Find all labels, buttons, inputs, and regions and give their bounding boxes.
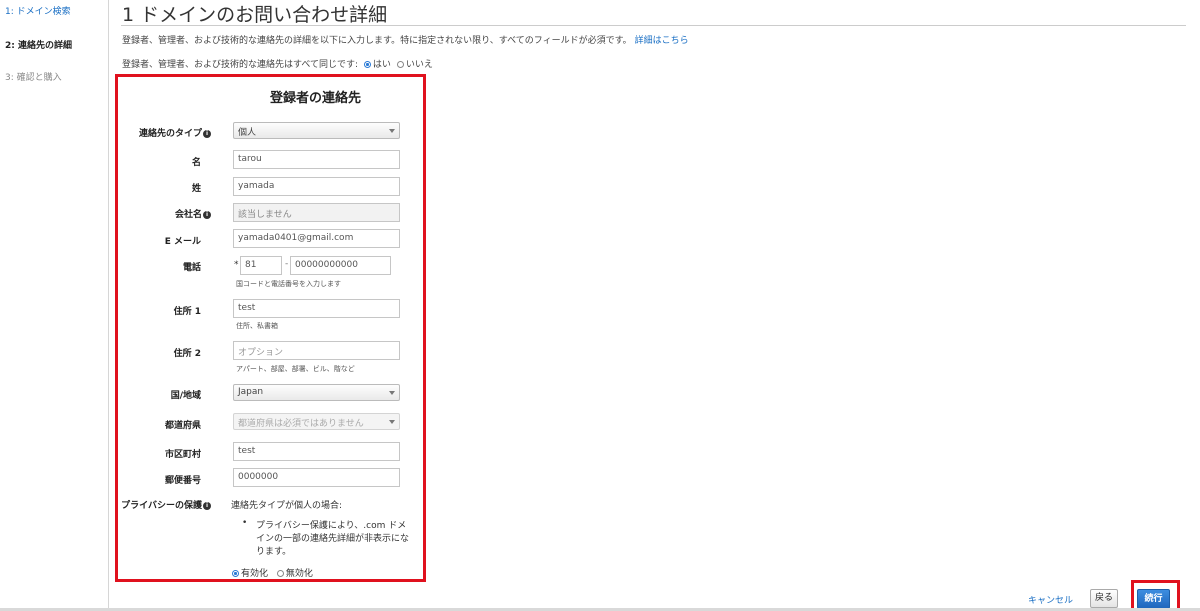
- step-review-purchase: 3: 確認と購入: [5, 73, 62, 83]
- info-icon[interactable]: i: [203, 501, 211, 510]
- company-label: 会社名 i: [111, 207, 211, 220]
- privacy-enable-label[interactable]: 有効化: [241, 569, 268, 579]
- same-no-label[interactable]: いいえ: [406, 60, 433, 70]
- contact-type-label: 連絡先のタイプ i: [111, 126, 211, 139]
- cancel-link[interactable]: キャンセル: [1028, 593, 1073, 606]
- same-contacts-question: 登録者、管理者、および技術的な連絡先はすべて同じです:: [122, 60, 359, 70]
- privacy-label: プライバシーの保護 i: [111, 498, 211, 511]
- intro-text: 登録者、管理者、および技術的な連絡先の詳細を以下に入力します。特に指定されない限…: [122, 33, 689, 46]
- phone-country-code-input[interactable]: 81: [240, 256, 282, 275]
- privacy-disable-radio[interactable]: [276, 570, 284, 577]
- step-contact-details: 2: 連絡先の詳細: [5, 41, 72, 51]
- phone-label: 電話: [182, 263, 201, 273]
- next-button[interactable]: 続行: [1137, 589, 1170, 609]
- email-input[interactable]: yamada0401@gmail.com: [233, 229, 400, 248]
- city-label: 市区町村: [164, 450, 201, 460]
- address2-label: 住所 2: [173, 349, 201, 359]
- privacy-bullet-line-1: プライバシー保護により、.com ドメ: [256, 521, 407, 531]
- step-domain-search-link[interactable]: 1: ドメイン検索: [5, 4, 71, 17]
- same-no-radio[interactable]: [396, 61, 404, 68]
- wizard-sidebar: 1: ドメイン検索 2: 連絡先の詳細 3: 確認と購入: [0, 0, 109, 611]
- panel-title: 登録者の連絡先: [270, 91, 362, 106]
- address2-input[interactable]: オプション: [233, 341, 400, 360]
- chevron-down-icon: [389, 420, 395, 424]
- phone-number-input[interactable]: 00000000000: [290, 256, 391, 275]
- same-contacts-row: 登録者、管理者、および技術的な連絡先はすべて同じです: はい いいえ: [122, 57, 433, 70]
- email-label: E メール: [164, 237, 201, 247]
- first-name-label: 名: [191, 158, 201, 168]
- chevron-down-icon: [389, 129, 395, 133]
- postal-code-input[interactable]: 0000000: [233, 468, 400, 487]
- country-select[interactable]: Japan: [233, 384, 400, 401]
- intro-body: 登録者、管理者、および技術的な連絡先の詳細を以下に入力します。特に指定されない限…: [122, 36, 632, 46]
- privacy-enable-radio[interactable]: [232, 570, 239, 577]
- first-name-input[interactable]: tarou: [233, 150, 400, 169]
- phone-hint: 国コードと電話番号を入力します: [236, 280, 341, 288]
- state-label: 都道府県: [164, 421, 201, 431]
- info-icon[interactable]: i: [203, 129, 211, 138]
- last-name-input[interactable]: yamada: [233, 177, 400, 196]
- info-icon[interactable]: i: [203, 210, 211, 219]
- back-button[interactable]: 戻る: [1090, 589, 1118, 608]
- address1-input[interactable]: test: [233, 299, 400, 318]
- privacy-bullet-dot: •: [242, 518, 248, 528]
- privacy-bullet-line-3: ります。: [256, 547, 292, 557]
- privacy-note: 連絡先タイプが個人の場合:: [231, 501, 343, 511]
- privacy-bullet-line-2: インの一部の連絡先詳細が非表示にな: [256, 534, 410, 544]
- address2-hint: アパート、部屋、部署、ビル、階など: [236, 365, 355, 373]
- phone-separator: -: [285, 259, 289, 269]
- last-name-label: 姓: [191, 184, 201, 194]
- postal-code-label: 郵便番号: [164, 476, 201, 486]
- state-select[interactable]: 都道府県は必須ではありません: [233, 413, 400, 430]
- learn-more-link[interactable]: 詳細はこちら: [635, 36, 689, 46]
- address1-label: 住所 1: [173, 307, 201, 317]
- chevron-down-icon: [389, 391, 395, 395]
- same-yes-label[interactable]: はい: [373, 60, 391, 70]
- privacy-disable-label[interactable]: 無効化: [286, 569, 313, 579]
- required-mark: *: [234, 260, 239, 270]
- company-input[interactable]: 該当しません: [233, 203, 400, 222]
- address1-hint: 住所、私書箱: [236, 322, 278, 330]
- same-yes-radio[interactable]: [363, 61, 371, 68]
- country-label: 国/地域: [170, 391, 201, 401]
- contact-type-select[interactable]: 個人: [233, 122, 400, 139]
- page-title: 1 ドメインのお問い合わせ詳細: [122, 4, 388, 26]
- privacy-options: 有効化 無効化: [229, 566, 313, 579]
- city-input[interactable]: test: [233, 442, 400, 461]
- title-divider: [121, 25, 1186, 26]
